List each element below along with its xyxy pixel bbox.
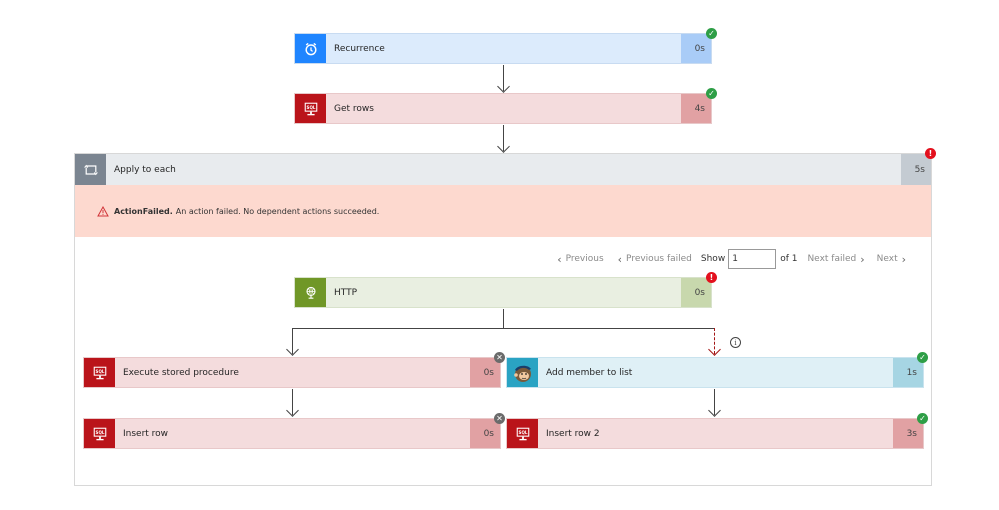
action-title: Insert row 2 bbox=[546, 428, 600, 439]
sql-icon bbox=[84, 419, 115, 448]
scope-header[interactable]: Apply to each 5s bbox=[75, 154, 931, 185]
show-label: Show bbox=[700, 254, 726, 264]
action-duration: 4s bbox=[681, 94, 711, 123]
action-card-insert-row[interactable]: Insert row 0s bbox=[83, 418, 501, 449]
previous-failed-button[interactable]: ‹ Previous failed bbox=[614, 253, 692, 266]
chevron-left-icon: ‹ bbox=[557, 252, 562, 266]
chevron-right-icon: › bbox=[901, 252, 906, 266]
iteration-input[interactable] bbox=[728, 249, 777, 269]
action-duration: 0s bbox=[470, 419, 500, 448]
action-title: Execute stored procedure bbox=[123, 367, 239, 378]
skipped-x-icon: ✕ bbox=[494, 352, 505, 363]
success-check-icon: ✓ bbox=[706, 28, 717, 39]
scope-duration: 5s bbox=[901, 154, 931, 185]
next-failed-label: Next failed bbox=[807, 254, 857, 264]
loop-icon bbox=[75, 154, 106, 185]
previous-failed-label: Previous failed bbox=[626, 254, 692, 264]
action-duration: 0s bbox=[470, 358, 500, 387]
arrow-down-icon bbox=[497, 80, 510, 93]
next-button[interactable]: Next › bbox=[877, 253, 910, 266]
action-title: HTTP bbox=[334, 287, 358, 298]
of-total-label: of 1 bbox=[780, 254, 798, 264]
iteration-pager: ‹Previous ‹Previous failed Show of 1 Nex… bbox=[543, 249, 910, 269]
previous-label: Previous bbox=[565, 254, 604, 264]
skipped-x-icon: ✕ bbox=[494, 413, 505, 424]
arrow-down-icon bbox=[497, 140, 510, 153]
sql-icon bbox=[295, 94, 326, 123]
action-duration: 3s bbox=[893, 419, 923, 448]
chevron-right-icon: › bbox=[860, 252, 865, 266]
action-card-http[interactable]: HTTP 0s bbox=[294, 277, 712, 308]
next-label: Next bbox=[876, 254, 898, 264]
action-card-recurrence[interactable]: Recurrence 0s bbox=[294, 33, 712, 64]
error-message: An action failed. No dependent actions s… bbox=[175, 206, 380, 216]
action-duration: 0s bbox=[681, 34, 711, 63]
action-card-add-member-to-list[interactable]: Add member to list 1s bbox=[506, 357, 924, 388]
action-duration: 0s bbox=[681, 278, 711, 307]
error-exclamation-icon: ! bbox=[925, 148, 936, 159]
previous-button[interactable]: ‹ Previous bbox=[553, 253, 603, 266]
mailchimp-icon bbox=[507, 358, 538, 387]
action-title: Recurrence bbox=[334, 43, 385, 54]
action-title: Add member to list bbox=[546, 367, 633, 378]
alarm-clock-icon bbox=[295, 34, 326, 63]
next-failed-button[interactable]: Next failed › bbox=[807, 253, 868, 266]
action-title: Insert row bbox=[123, 428, 169, 439]
error-banner: ActionFailed. An action failed. No depen… bbox=[75, 185, 931, 237]
success-check-icon: ✓ bbox=[706, 88, 717, 99]
error-code: ActionFailed. bbox=[114, 206, 173, 216]
info-icon[interactable]: i bbox=[730, 337, 741, 348]
sql-icon bbox=[84, 358, 115, 387]
success-check-icon: ✓ bbox=[917, 413, 928, 424]
connector-line bbox=[292, 328, 714, 329]
scope-title: Apply to each bbox=[114, 164, 176, 175]
globe-icon bbox=[295, 278, 326, 307]
action-card-get-rows[interactable]: Get rows 4s bbox=[294, 93, 712, 124]
action-card-execute-stored-procedure[interactable]: Execute stored procedure 0s bbox=[83, 357, 501, 388]
action-duration: 1s bbox=[893, 358, 923, 387]
success-check-icon: ✓ bbox=[917, 352, 928, 363]
action-title: Get rows bbox=[334, 103, 374, 114]
action-card-insert-row-2[interactable]: Insert row 2 3s bbox=[506, 418, 924, 449]
chevron-left-icon: ‹ bbox=[617, 252, 623, 266]
warning-icon bbox=[97, 205, 109, 216]
error-exclamation-icon: ! bbox=[706, 272, 717, 283]
sql-icon bbox=[507, 419, 538, 448]
connector-line bbox=[503, 309, 504, 328]
